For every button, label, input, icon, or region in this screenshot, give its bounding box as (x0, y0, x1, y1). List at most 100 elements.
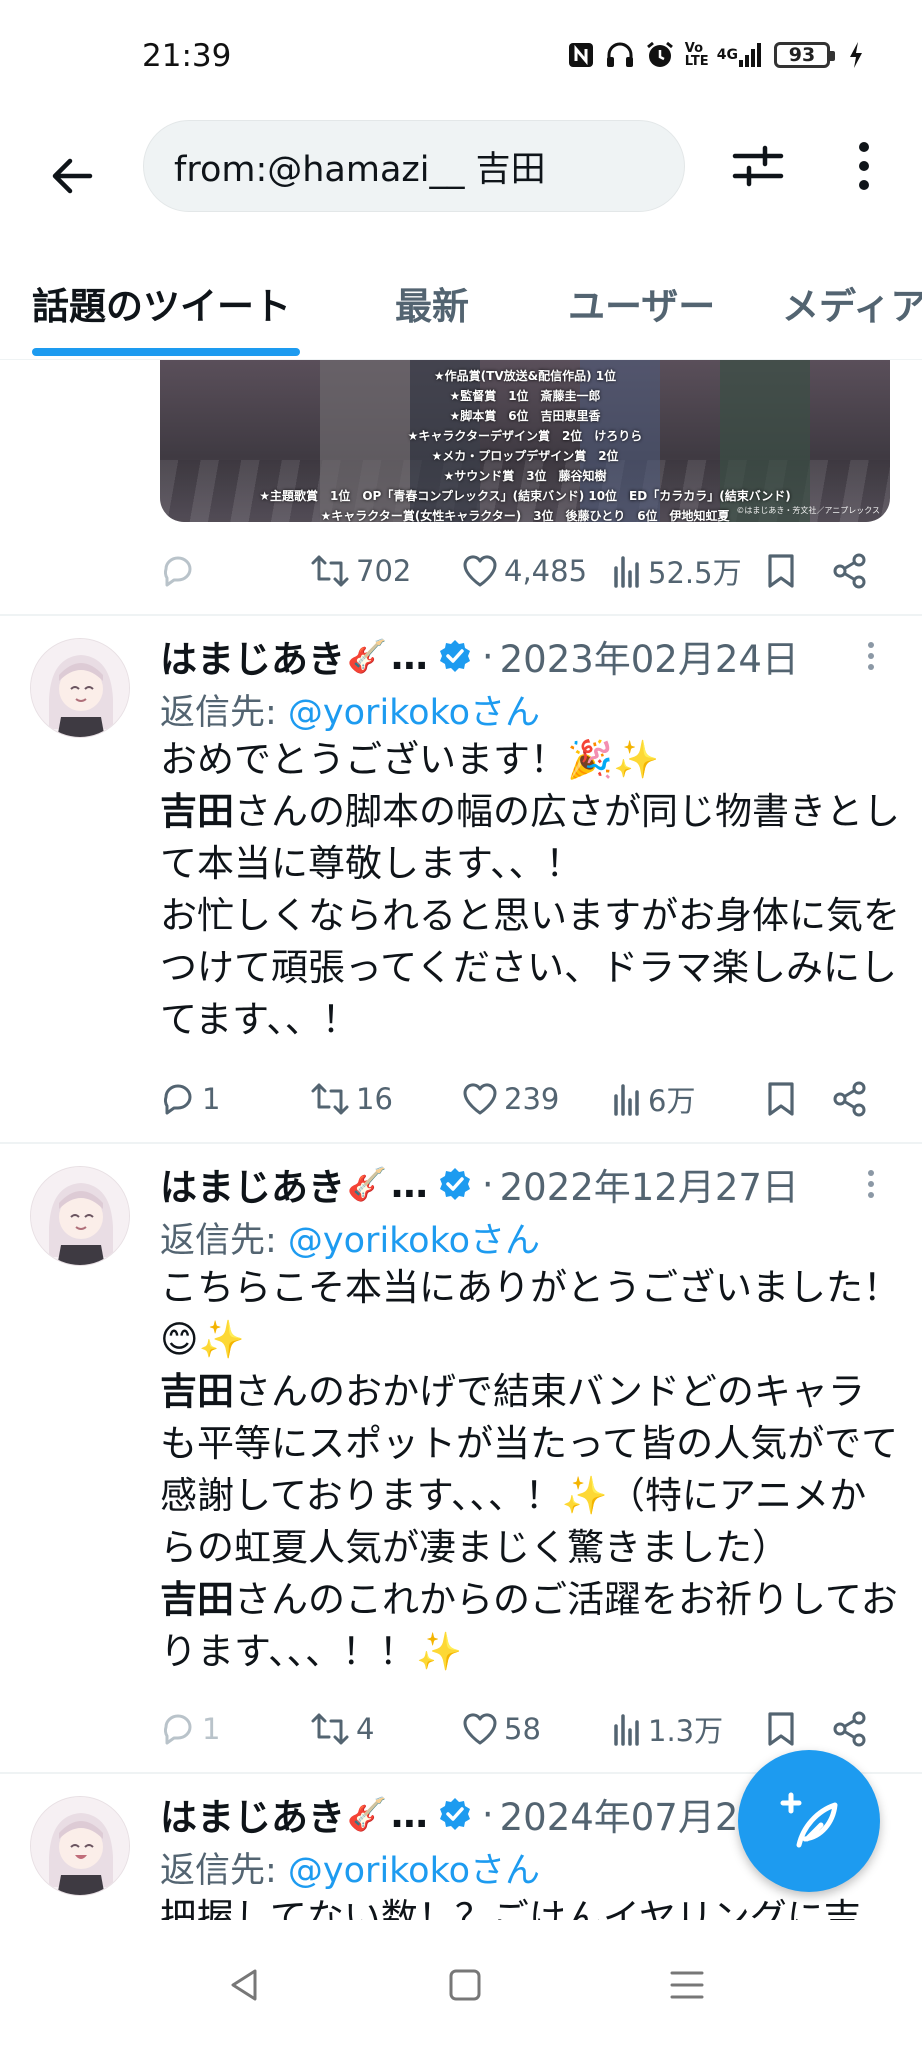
tweet[interactable]: はまじあき 🎸 … · 2023年02月24日 返信先: @yorikokoさん… (0, 616, 922, 1142)
retweet-button[interactable]: 16 (310, 1074, 393, 1124)
share-icon (833, 553, 866, 589)
tweet-text: おめでとうございます！🎉✨ 吉田さんの脚本の幅の広さが同じ物書きとして本当に尊敬し… (160, 734, 900, 1046)
nav-home-button[interactable] (430, 1950, 500, 2020)
like-button[interactable]: 4,485 (462, 546, 587, 596)
bookmark-button[interactable] (766, 1704, 796, 1754)
views-button[interactable]: 52.5万 (612, 546, 742, 596)
tweet-feed[interactable]: ★作品賞(TV放送&配信作品) 1位 ★監督賞 1位 斎藤圭一郎 ★脚本賞 6位… (0, 360, 922, 1920)
tweet-more-button[interactable] (856, 1164, 886, 1204)
alarm-icon (645, 40, 675, 70)
reply-handle-link[interactable]: @yorikokoさん (288, 1221, 540, 1261)
reply-icon (164, 1084, 192, 1115)
reply-button[interactable]: 1 (160, 1074, 220, 1124)
tweet-text-run: お忙しくなられると思いますがお身体に気をつけて頑張ってください、ドラマ楽しみにし… (160, 894, 900, 1041)
retweet-button[interactable]: 4 (310, 1704, 374, 1754)
retweet-icon (311, 1713, 349, 1745)
avatar[interactable] (30, 1796, 130, 1896)
tweet-text-run: さんのこれからのご活躍をお祈りしております、、、！！✨ (160, 1578, 898, 1673)
battery-level: 93 (788, 44, 816, 66)
views-chart-icon (614, 1714, 639, 1746)
media-credit: ©はまじあき・芳文社／アニプレックス (736, 506, 880, 515)
views-button[interactable]: 1.3万 (612, 1704, 723, 1754)
share-button[interactable] (832, 1704, 868, 1754)
views-chart-icon (614, 556, 639, 588)
views-chart-icon (614, 1084, 639, 1116)
back-button[interactable] (36, 140, 108, 212)
signal-4g-icon: 4G (717, 42, 764, 68)
user-avatar-illustration (31, 639, 129, 737)
views-count: 1.3万 (648, 1714, 724, 1748)
tab-top[interactable]: 話題のツイート (32, 276, 291, 330)
heart-icon (463, 555, 497, 587)
retweet-button[interactable]: 702 (310, 546, 411, 596)
award-line: ★メカ・プロップデザイン賞 2位 (431, 449, 619, 463)
search-term-highlight: 吉田 (160, 790, 234, 833)
bookmark-icon (768, 1712, 794, 1746)
award-list: ★作品賞(TV放送&配信作品) 1位 ★監督賞 1位 斎藤圭一郎 ★脚本賞 6位… (160, 366, 890, 522)
nav-home-icon (449, 1969, 481, 2001)
retweet-icon (311, 1083, 349, 1115)
share-icon (833, 1081, 866, 1117)
author-name[interactable]: はまじあき (160, 1157, 345, 1211)
like-count: 239 (504, 1082, 560, 1116)
heart-icon (463, 1713, 497, 1745)
name-truncation: … (390, 1792, 428, 1836)
share-button[interactable] (832, 1074, 868, 1124)
more-options-button[interactable] (828, 130, 900, 202)
bookmark-button[interactable] (766, 546, 796, 596)
avatar[interactable] (30, 638, 130, 738)
bookmark-button[interactable] (766, 1074, 796, 1124)
verified-badge-icon (438, 639, 472, 673)
tweet-date[interactable]: 2023年02月24日 (500, 629, 799, 683)
bookmark-icon (768, 1082, 794, 1116)
verified-badge-icon (438, 1797, 472, 1831)
search-input[interactable]: from:@hamazi__ 吉田 (143, 120, 685, 212)
award-line: ★作品賞(TV放送&配信作品) 1位 (433, 369, 617, 383)
battery-icon: 93 (774, 42, 835, 68)
share-button[interactable] (832, 546, 868, 596)
nav-back-button[interactable] (210, 1950, 280, 2020)
tweet-text: こちらこそ本当にありがとうございました！😊✨ 吉田さんのおかげで結束バンドどのキャ… (160, 1262, 900, 1678)
avatar[interactable] (30, 1166, 130, 1266)
guitar-emoji: 🎸 (347, 637, 387, 675)
name-truncation: … (390, 1162, 428, 1206)
tweet[interactable]: はまじあき 🎸 … · 2022年12月27日 返信先: @yorikokoさん… (0, 1144, 922, 1770)
reply-context: 返信先: @yorikokoさん (160, 684, 540, 735)
reply-context: 返信先: @yorikokoさん (160, 1212, 540, 1263)
reply-icon (164, 556, 192, 587)
nav-menu-icon (670, 1971, 704, 1999)
tweet-paragraph: 吉田さんのおかげで結束バンドどのキャラも平等にスポットが当たって皆の人気がでて感… (160, 1366, 900, 1574)
views-count: 6万 (648, 1084, 696, 1118)
nav-menu-button[interactable] (652, 1950, 722, 2020)
separator-dot: · (481, 634, 494, 678)
verified-badge-icon (438, 1167, 472, 1201)
more-vertical-icon (859, 142, 869, 190)
reply-prefix: 返信先: (160, 693, 288, 733)
author-name[interactable]: はまじあき (160, 629, 345, 683)
like-button[interactable]: 58 (462, 1704, 541, 1754)
reply-button[interactable] (160, 546, 202, 596)
author-name[interactable]: はまじあき (160, 1787, 345, 1841)
more-vertical-icon (868, 1170, 874, 1198)
network-label: 4G (716, 47, 738, 63)
views-button[interactable]: 6万 (612, 1074, 695, 1124)
tweet-text-run: こちらこそ本当にありがとうございました！😊✨ (160, 1266, 900, 1361)
search-term-highlight: 吉田 (160, 1370, 234, 1413)
reply-handle-link[interactable]: @yorikokoさん (288, 1851, 540, 1891)
tweet-more-button[interactable] (856, 636, 886, 676)
tab-media[interactable]: メディア (782, 276, 922, 330)
retweet-count: 702 (356, 554, 412, 588)
filter-button[interactable] (722, 130, 794, 202)
reply-handle-link[interactable]: @yorikokoさん (288, 693, 540, 733)
reply-button[interactable]: 1 (160, 1704, 220, 1754)
reply-prefix: 返信先: (160, 1851, 288, 1891)
tab-latest[interactable]: 最新 (395, 276, 469, 330)
retweet-count: 4 (356, 1712, 375, 1746)
tweet-media-image[interactable]: ★作品賞(TV放送&配信作品) 1位 ★監督賞 1位 斎藤圭一郎 ★脚本賞 6位… (160, 360, 890, 522)
tweet-date[interactable]: 2022年12月27日 (500, 1157, 799, 1211)
compose-tweet-button[interactable] (738, 1750, 880, 1892)
tab-users[interactable]: ユーザー (568, 276, 715, 330)
like-button[interactable]: 239 (462, 1074, 559, 1124)
status-bar: 21:39 Vo LTE 4G 93 (0, 0, 922, 110)
tweet-date[interactable]: 2024年07月2 (500, 1787, 739, 1841)
